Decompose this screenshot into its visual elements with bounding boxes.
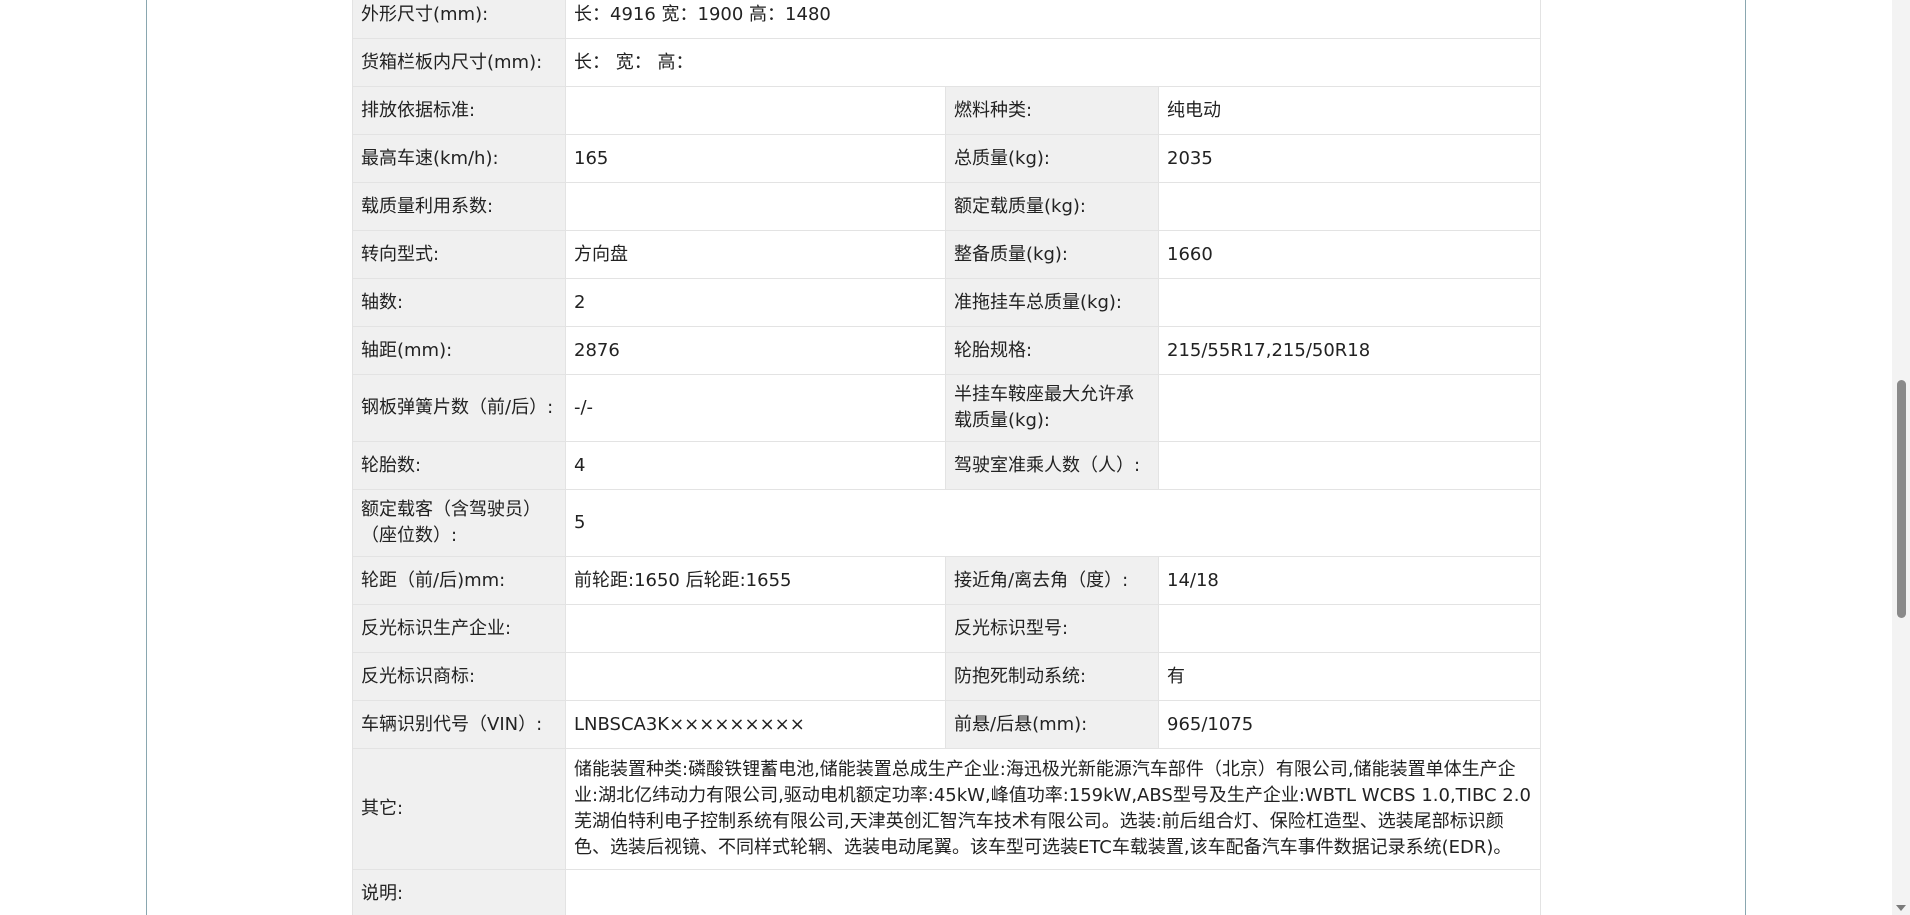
table-row: 其它: 储能装置种类:磷酸铁锂蓄电池,储能装置总成生产企业:海迅极光新能源汽车部… [352,748,1542,870]
notes-label: 说明: [352,869,566,915]
frame-border-left [146,0,147,915]
tire-count-label: 轮胎数: [352,441,566,490]
table-row: 轮胎数: 4 驾驶室准乘人数（人）: [352,441,1542,490]
table-row: 轴距(mm): 2876 轮胎规格: 215/55R17,215/50R18 [352,326,1542,375]
rated-load-value [1157,182,1542,231]
max-speed-label: 最高车速(km/h): [352,134,566,183]
table-row: 车辆识别代号（VIN）: LNBSCA3K××××××××× 前悬/后悬(mm)… [352,700,1542,749]
rated-passengers-label: 额定载客（含驾驶员）（座位数）: [352,489,566,557]
approach-departure-label: 接近角/离去角（度）: [945,556,1159,605]
abs-label: 防抱死制动系统: [945,652,1159,701]
emission-standard-value [565,86,946,135]
table-row: 外形尺寸(mm): 长：4916 宽：1900 高：1480 [352,0,1542,39]
dimensions-value: 长：4916 宽：1900 高：1480 [564,0,1542,39]
other-value: 储能装置种类:磷酸铁锂蓄电池,储能装置总成生产企业:海迅极光新能源汽车部件（北京… [564,748,1542,870]
max-speed-value: 165 [565,134,946,183]
table-row: 最高车速(km/h): 165 总质量(kg): 2035 [352,134,1542,183]
wheelbase-value: 2876 [565,326,946,375]
reflector-maker-value [565,604,946,653]
axle-count-label: 轴数: [352,278,566,327]
trailer-mass-value [1157,278,1542,327]
fuel-type-label: 燃料种类: [945,86,1159,135]
trailer-mass-label: 准拖挂车总质量(kg): [945,278,1159,327]
tire-spec-label: 轮胎规格: [945,326,1159,375]
dimensions-label: 外形尺寸(mm): [352,0,566,39]
cargo-box-label: 货箱栏板内尺寸(mm): [352,38,566,87]
table-row: 轴数: 2 准拖挂车总质量(kg): [352,278,1542,327]
reflector-maker-label: 反光标识生产企业: [352,604,566,653]
curb-mass-value: 1660 [1157,230,1542,279]
table-row: 反光标识生产企业: 反光标识型号: [352,604,1542,653]
spec-table-container: 外形尺寸(mm): 长：4916 宽：1900 高：1480 货箱栏板内尺寸(m… [352,0,1542,915]
axle-count-value: 2 [565,278,946,327]
track-value: 前轮距:1650 后轮距:1655 [565,556,946,605]
track-label: 轮距（前/后)mm: [352,556,566,605]
scroll-down-arrow-icon[interactable] [1896,905,1906,911]
load-utilization-value [565,182,946,231]
curb-mass-label: 整备质量(kg): [945,230,1159,279]
semi-trailer-saddle-label: 半挂车鞍座最大允许承载质量(kg): [945,374,1159,442]
vertical-scrollbar[interactable] [1892,0,1910,915]
overhang-label: 前悬/后悬(mm): [945,700,1159,749]
scrollbar-thumb[interactable] [1897,380,1906,618]
page: 外形尺寸(mm): 长：4916 宽：1900 高：1480 货箱栏板内尺寸(m… [0,0,1910,915]
leaf-springs-value: -/- [565,374,946,442]
steering-label: 转向型式: [352,230,566,279]
emission-standard-label: 排放依据标准: [352,86,566,135]
abs-value: 有 [1157,652,1542,701]
table-row: 反光标识商标: 防抱死制动系统: 有 [352,652,1542,701]
table-row: 钢板弹簧片数（前/后）: -/- 半挂车鞍座最大允许承载质量(kg): [352,374,1542,442]
table-row: 货箱栏板内尺寸(mm): 长： 宽： 高： [352,38,1542,87]
table-row: 排放依据标准: 燃料种类: 纯电动 [352,86,1542,135]
rated-passengers-value: 5 [564,489,1542,557]
table-row: 说明: [352,869,1542,915]
tire-spec-value: 215/55R17,215/50R18 [1157,326,1542,375]
table-row: 载质量利用系数: 额定载质量(kg): [352,182,1542,231]
approach-departure-value: 14/18 [1157,556,1542,605]
vehicle-spec-table: 外形尺寸(mm): 长：4916 宽：1900 高：1480 货箱栏板内尺寸(m… [352,0,1542,915]
other-label: 其它: [352,748,566,870]
cab-passengers-value [1157,441,1542,490]
table-row: 转向型式: 方向盘 整备质量(kg): 1660 [352,230,1542,279]
reflector-brand-label: 反光标识商标: [352,652,566,701]
leaf-springs-label: 钢板弹簧片数（前/后）: [352,374,566,442]
cargo-box-value: 长： 宽： 高： [564,38,1542,87]
vin-value: LNBSCA3K××××××××× [565,700,946,749]
cab-passengers-label: 驾驶室准乘人数（人）: [945,441,1159,490]
table-row: 轮距（前/后)mm: 前轮距:1650 后轮距:1655 接近角/离去角（度）:… [352,556,1542,605]
load-utilization-label: 载质量利用系数: [352,182,566,231]
reflector-model-value [1157,604,1542,653]
wheelbase-label: 轴距(mm): [352,326,566,375]
frame-border-right [1745,0,1746,915]
overhang-value: 965/1075 [1157,700,1542,749]
fuel-type-value: 纯电动 [1157,86,1542,135]
steering-value: 方向盘 [565,230,946,279]
notes-value [564,869,1542,915]
semi-trailer-saddle-value [1157,374,1542,442]
total-mass-label: 总质量(kg): [945,134,1159,183]
table-row: 额定载客（含驾驶员）（座位数）: 5 [352,489,1542,557]
vin-label: 车辆识别代号（VIN）: [352,700,566,749]
reflector-model-label: 反光标识型号: [945,604,1159,653]
reflector-brand-value [565,652,946,701]
total-mass-value: 2035 [1157,134,1542,183]
rated-load-label: 额定载质量(kg): [945,182,1159,231]
tire-count-value: 4 [565,441,946,490]
